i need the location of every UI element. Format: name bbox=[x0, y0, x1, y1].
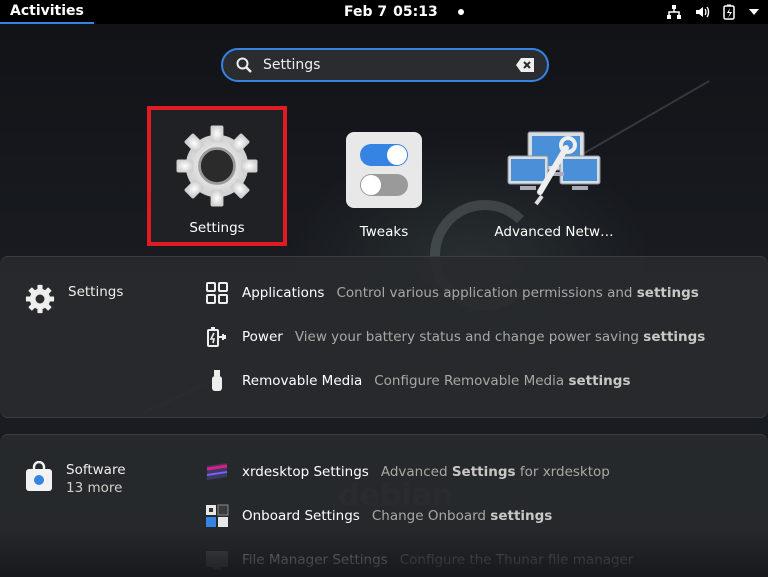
search-results-settings: Settings Applications Control various ap… bbox=[0, 256, 768, 418]
result-xrdesktop-settings[interactable]: xrdesktop Settings Advanced Settings for… bbox=[204, 458, 610, 486]
provider-name: Software bbox=[66, 462, 126, 478]
app-label: Settings bbox=[189, 220, 245, 236]
result-description: Change Onboard settings bbox=[371, 508, 553, 524]
result-description: View your battery status and change powe… bbox=[294, 329, 706, 345]
result-onboard-settings[interactable]: Onboard Settings Change Onboard settings bbox=[204, 502, 552, 530]
gear-icon bbox=[169, 118, 265, 214]
provider-name: Settings bbox=[68, 284, 124, 300]
result-description: Advanced Settings for xrdesktop bbox=[380, 464, 610, 480]
battery-charging-icon bbox=[722, 4, 736, 20]
result-title: Applications bbox=[242, 285, 325, 301]
result-title: Removable Media bbox=[242, 373, 363, 389]
clock-time: 05:13 bbox=[393, 4, 438, 20]
power-plug-icon bbox=[204, 324, 230, 350]
clock-button[interactable]: Feb 7 05:13 bbox=[344, 0, 464, 24]
notification-dot-icon bbox=[457, 9, 464, 15]
toggle-switches-icon bbox=[336, 122, 432, 218]
xrdesktop-icon bbox=[204, 459, 230, 485]
system-menu-chevron-down-icon bbox=[748, 7, 760, 17]
gear-icon bbox=[25, 284, 55, 314]
grid-icon bbox=[204, 280, 230, 306]
result-removable-media[interactable]: Removable Media Configure Removable Medi… bbox=[204, 367, 631, 395]
result-description: Configure the Thunar file manager bbox=[399, 552, 634, 568]
search-results-software: Software 13 more xrdesktop Settings Adva… bbox=[0, 434, 768, 577]
network-wired-icon bbox=[666, 4, 682, 20]
file-manager-icon bbox=[204, 547, 230, 573]
app-settings[interactable]: Settings bbox=[147, 106, 287, 246]
app-tweaks[interactable]: Tweaks bbox=[314, 110, 454, 250]
result-title: Power bbox=[242, 329, 283, 345]
result-power[interactable]: Power View your battery status and chang… bbox=[204, 323, 705, 351]
search-icon bbox=[236, 57, 252, 73]
clock-date: Feb 7 bbox=[344, 4, 388, 20]
result-title: File Manager Settings bbox=[242, 552, 388, 568]
activities-button[interactable]: Activities bbox=[0, 0, 94, 24]
onboard-keyboard-icon bbox=[204, 503, 230, 529]
search-entry[interactable] bbox=[221, 48, 549, 82]
top-bar: Activities Feb 7 05:13 bbox=[0, 0, 768, 24]
result-file-manager-settings[interactable]: File Manager Settings Configure the Thun… bbox=[204, 546, 633, 574]
result-description: Configure Removable Media settings bbox=[374, 373, 631, 389]
result-title: Onboard Settings bbox=[242, 508, 360, 524]
usb-stick-icon bbox=[204, 368, 230, 394]
app-label: Advanced Netw… bbox=[494, 224, 614, 240]
network-computers-icon bbox=[506, 122, 602, 218]
app-advanced-network[interactable]: Advanced Netw… bbox=[484, 110, 624, 250]
search-input[interactable] bbox=[263, 57, 515, 73]
provider-software[interactable]: Software 13 more bbox=[24, 461, 126, 497]
result-title: xrdesktop Settings bbox=[242, 464, 369, 480]
volume-icon bbox=[694, 4, 710, 20]
result-description: Control various application permissions … bbox=[336, 285, 699, 301]
provider-more-count: 13 more bbox=[66, 480, 123, 496]
system-tray[interactable] bbox=[666, 0, 760, 24]
result-applications[interactable]: Applications Control various application… bbox=[204, 279, 699, 307]
app-label: Tweaks bbox=[359, 224, 409, 240]
software-bag-icon bbox=[26, 461, 52, 491]
clear-search-icon[interactable] bbox=[515, 57, 535, 73]
provider-settings[interactable]: Settings bbox=[24, 283, 123, 315]
